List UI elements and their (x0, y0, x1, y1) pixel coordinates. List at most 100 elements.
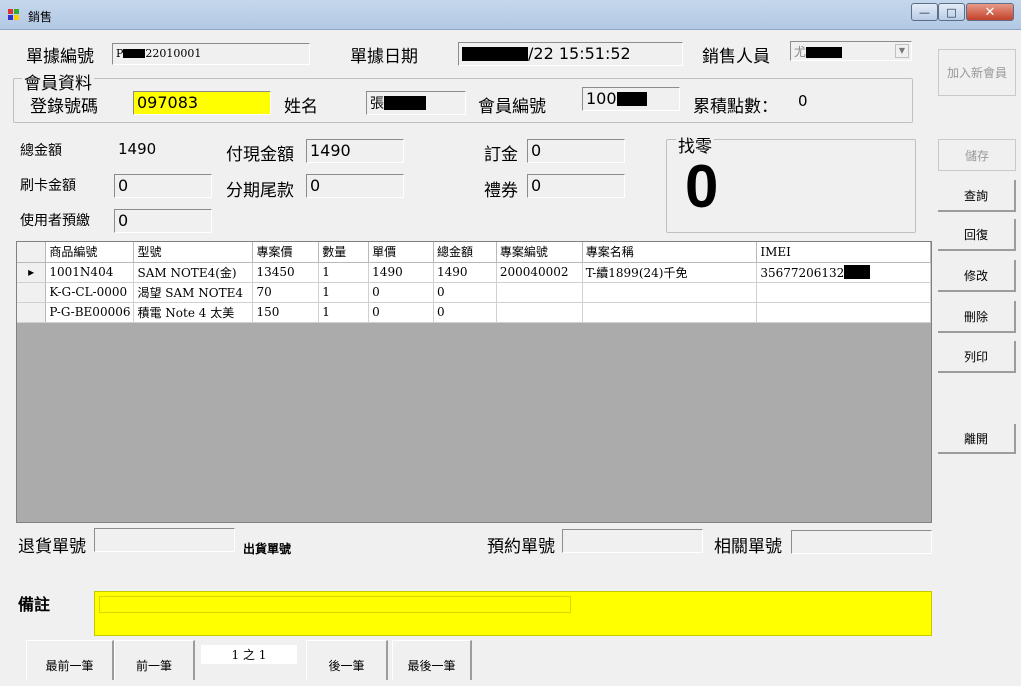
redacted-block (462, 47, 528, 61)
table-cell[interactable]: 200040002 (496, 262, 583, 283)
related-no-label: 相關單號 (714, 537, 782, 557)
shipment-no-label: 出貨單號 (243, 542, 292, 556)
table-cell[interactable]: 1 (318, 282, 370, 303)
reservation-no-input[interactable] (562, 529, 703, 553)
maximize-icon: □ (946, 5, 957, 19)
prev-record-button[interactable]: 前一筆 (114, 640, 195, 680)
last-record-button[interactable]: 最後一筆 (392, 640, 472, 680)
table-row[interactable]: ▸ 1001N404 SAM NOTE4(金) 13450 1 1490 149… (17, 262, 931, 283)
table-cell[interactable]: 0 (433, 282, 497, 303)
table-cell[interactable]: 渴望 SAM NOTE4 (133, 282, 254, 303)
restore-button[interactable]: 回復 (938, 219, 1016, 251)
table-cell[interactable] (496, 302, 583, 323)
delete-button[interactable]: 刪除 (938, 301, 1016, 333)
prepaid-input[interactable]: 0 (114, 209, 212, 233)
salesperson-select[interactable]: 尤 ▼ (790, 41, 912, 61)
name-label: 姓名 (284, 97, 318, 117)
current-row-icon[interactable]: ▸ (17, 262, 47, 283)
doc-date-value: /22 15:51:52 (528, 44, 631, 63)
member-no-field[interactable]: 100 (582, 87, 680, 111)
app-icon (8, 9, 20, 21)
doc-no-suffix: 22010001 (145, 47, 202, 60)
column-header[interactable]: 數量 (318, 242, 370, 263)
table-cell[interactable]: 1001N404 (45, 262, 135, 283)
cash-input[interactable]: 1490 (306, 139, 404, 163)
table-cell[interactable]: 150 (252, 302, 320, 323)
table-cell[interactable]: P-G-BE00006 (45, 302, 135, 323)
doc-no-label: 單據編號 (26, 47, 94, 67)
table-row[interactable]: K-G-CL-0000 渴望 SAM NOTE4 70 1 0 0 (17, 282, 931, 303)
table-cell[interactable]: 1 (318, 262, 370, 283)
table-cell[interactable] (496, 282, 583, 303)
table-cell[interactable] (756, 282, 931, 303)
installment-value: 0 (310, 176, 321, 195)
table-cell[interactable]: 1490 (433, 262, 497, 283)
column-header[interactable]: 專案名稱 (582, 242, 758, 263)
voucher-input[interactable]: 0 (527, 174, 625, 198)
table-cell[interactable] (582, 302, 758, 323)
column-header[interactable]: 專案編號 (496, 242, 583, 263)
phone-input[interactable]: 097083 (133, 91, 271, 115)
column-header[interactable]: IMEI (756, 242, 931, 263)
remarks-label: 備註 (18, 595, 51, 614)
column-header[interactable]: 單價 (368, 242, 434, 263)
table-cell[interactable]: SAM NOTE4(金) (133, 262, 254, 283)
doc-no-field[interactable]: P 22010001 (112, 43, 310, 65)
table-cell[interactable]: 70 (252, 282, 320, 303)
remarks-textarea[interactable] (94, 591, 932, 636)
remarks-inner-line (99, 596, 571, 613)
sales-items-grid[interactable]: 商品編號 型號 專案價 數量 單價 總金額 專案編號 專案名稱 IMEI ▸ 1… (16, 241, 932, 523)
chevron-down-icon[interactable]: ▼ (895, 44, 909, 58)
table-row[interactable]: P-G-BE00006 積電 Note 4 太美 150 1 0 0 (17, 302, 931, 323)
leave-button[interactable]: 離開 (938, 424, 1016, 454)
installment-input[interactable]: 0 (306, 174, 404, 198)
column-header[interactable]: 專案價 (252, 242, 320, 263)
print-button[interactable]: 列印 (938, 341, 1016, 373)
table-cell[interactable] (756, 302, 931, 323)
window-titlebar: 銷售 — □ ✕ (0, 0, 1021, 30)
card-label: 刷卡金額 (20, 178, 76, 194)
column-header[interactable]: 型號 (133, 242, 254, 263)
name-field[interactable]: 張 (366, 91, 466, 115)
redacted-block (384, 96, 426, 110)
table-cell[interactable]: 0 (368, 282, 434, 303)
row-header-corner (17, 242, 47, 263)
table-cell[interactable]: 0 (433, 302, 497, 323)
name-value: 張 (370, 96, 384, 112)
row-header[interactable] (17, 302, 47, 323)
column-header[interactable]: 總金額 (433, 242, 497, 263)
imei-value: 35677206132 (760, 265, 845, 280)
first-record-button[interactable]: 最前一筆 (26, 640, 114, 680)
doc-date-field[interactable]: /22 15:51:52 (458, 42, 683, 66)
minimize-button[interactable]: — (911, 3, 938, 21)
save-button[interactable]: 儲存 (938, 139, 1016, 171)
card-input[interactable]: 0 (114, 174, 212, 198)
deposit-value: 0 (531, 141, 542, 160)
table-cell[interactable]: 1490 (368, 262, 434, 283)
table-cell[interactable] (582, 282, 758, 303)
add-member-button[interactable]: 加入新會員 (938, 49, 1016, 96)
table-cell[interactable]: 1 (318, 302, 370, 323)
query-button[interactable]: 查詢 (938, 180, 1016, 212)
salesperson-value: 尤 (794, 45, 807, 59)
cash-value: 1490 (310, 141, 351, 160)
edit-button[interactable]: 修改 (938, 260, 1016, 292)
table-cell[interactable]: 13450 (252, 262, 320, 283)
table-cell[interactable]: 0 (368, 302, 434, 323)
next-record-button[interactable]: 後一筆 (306, 640, 388, 680)
deposit-input[interactable]: 0 (527, 139, 625, 163)
close-button[interactable]: ✕ (966, 3, 1014, 21)
table-cell[interactable]: T-續1899(24)千免 (582, 262, 758, 283)
table-cell[interactable]: K-G-CL-0000 (45, 282, 135, 303)
imei-cell[interactable]: 35677206132 (756, 262, 931, 283)
return-no-input[interactable] (94, 528, 235, 552)
related-no-input[interactable] (791, 530, 932, 554)
column-header[interactable]: 商品編號 (45, 242, 135, 263)
member-group-title: 會員資料 (22, 69, 94, 94)
reservation-no-label: 預約單號 (487, 537, 555, 557)
row-header[interactable] (17, 282, 47, 303)
maximize-button[interactable]: □ (938, 3, 965, 21)
member-no-value: 100 (586, 89, 617, 108)
cash-label: 付現金額 (226, 145, 294, 165)
table-cell[interactable]: 積電 Note 4 太美 (133, 302, 254, 323)
